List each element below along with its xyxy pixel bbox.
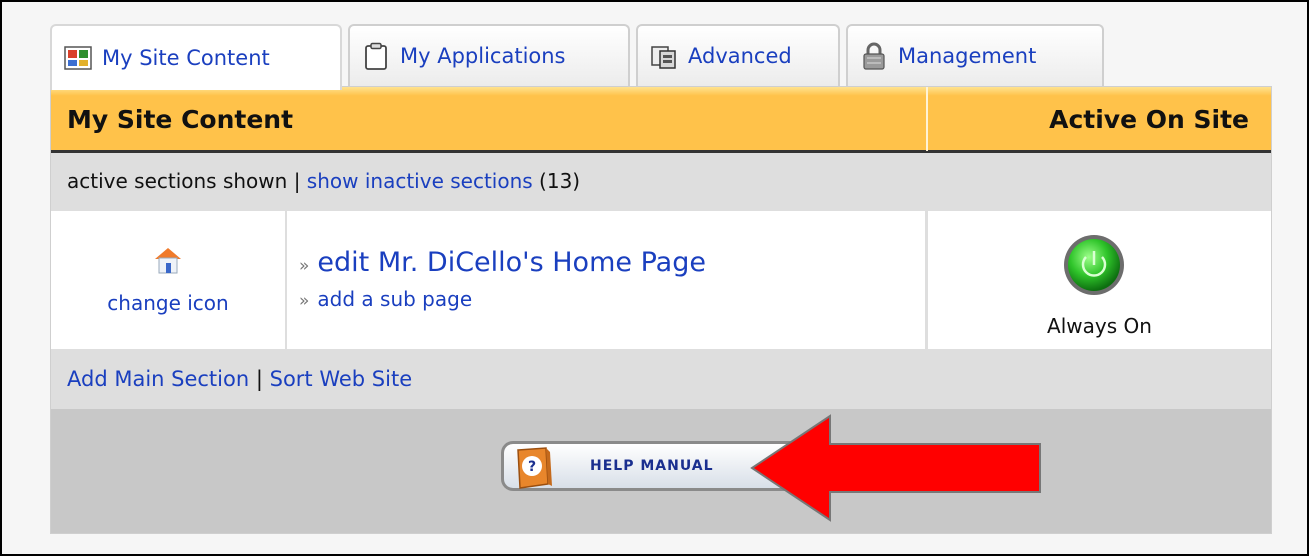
red-arrow-annotation [750,414,1041,522]
tab-label: Management [898,44,1037,68]
tab-label: Advanced [688,44,792,68]
separator: | [255,367,263,391]
active-sections-text: active sections shown [67,169,288,193]
raquo-icon: » [299,291,310,311]
tab-management[interactable]: Management [846,24,1104,86]
power-on-icon[interactable] [1062,233,1126,297]
separator: | [293,169,301,193]
change-icon-link[interactable]: change icon [51,291,285,315]
inactive-count: (13) [539,169,581,193]
bottom-links: Add Main Section | Sort Web Site [67,367,412,391]
add-sub-page-label[interactable]: add a sub page [317,287,472,311]
window-frame: My Site Content My Applications Advanced [0,0,1309,556]
active-column-header: Active On Site [1049,105,1249,134]
section-row: change icon » edit Mr. DiCello's Home Pag… [51,211,1271,349]
tab-label: My Site Content [102,46,270,70]
add-main-section-link[interactable]: Add Main Section [67,367,249,391]
section-status-cell: Always On [928,211,1271,349]
tab-my-applications[interactable]: My Applications [348,24,630,86]
help-area: ? HELP MANUAL [51,409,1271,533]
page-title: My Site Content [67,105,294,134]
show-inactive-link[interactable]: show inactive sections [307,169,533,193]
section-icon-cell: change icon [51,211,285,349]
help-manual-label: HELP MANUAL [590,458,714,474]
tab-label: My Applications [400,44,566,68]
edit-home-page-link[interactable]: » edit Mr. DiCello's Home Page [299,247,706,278]
advanced-icon [651,46,676,69]
home-icon[interactable] [153,245,183,275]
filter-row: active sections shown | show inactive se… [67,169,580,193]
section-actions-cell: » edit Mr. DiCello's Home Page » add a sub… [287,211,925,349]
status-text: Always On [1047,314,1152,338]
sort-web-site-link[interactable]: Sort Web Site [270,367,413,391]
site-content-icon [64,46,92,70]
clipboard-icon [365,42,387,70]
header-divider [926,87,928,151]
tab-advanced[interactable]: Advanced [636,24,840,86]
raquo-icon: » [299,256,310,276]
add-sub-page-link[interactable]: » add a sub page [299,287,472,311]
svg-text:?: ? [528,459,536,475]
lock-icon [863,42,885,70]
tab-my-site-content[interactable]: My Site Content [50,24,342,90]
site-content-panel: My Site Content Active On Site active se… [50,86,1272,534]
panel-header: My Site Content Active On Site [51,87,1271,153]
help-book-icon: ? [517,447,552,489]
edit-home-page-label[interactable]: edit Mr. DiCello's Home Page [317,247,706,278]
